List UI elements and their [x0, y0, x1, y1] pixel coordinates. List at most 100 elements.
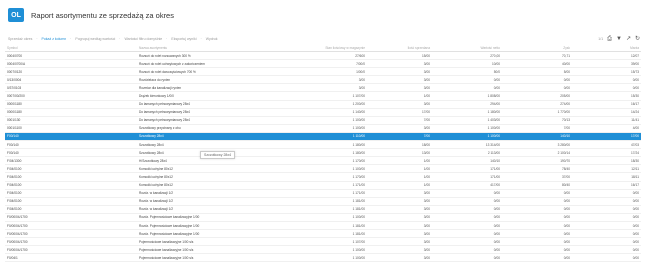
table-cell: 1 180/00 — [282, 140, 367, 150]
table-row[interactable]: F0/00/04/1700 Rozdz. Pojemnościowe kanali… — [5, 229, 641, 239]
table-cell: 0/00 — [502, 229, 572, 239]
table-cell: 3/00 — [282, 83, 367, 93]
table-cell: Rozdz. w kanalizacji 1/2 — [137, 205, 282, 214]
table-cell: 0/00 — [502, 221, 572, 231]
table-cell: 3/00 — [367, 205, 432, 214]
table-cell: 0/00 — [572, 229, 641, 239]
tooltip: Szczotkowy 28x4 — [200, 151, 236, 159]
table-cell: 0/00 — [432, 213, 502, 222]
table-cell: 0007/00/200 — [5, 91, 137, 101]
table-row[interactable]: F/04/0100 Komodki uchylne 80x12 1 100/00 1/… — [5, 164, 641, 174]
table-row[interactable]: F/04/1300 H/Szczotkowy 28x4 1 170/00 1/00 14… — [5, 156, 641, 166]
table-row[interactable]: 0004/0700 Rozsuń do rolet rozsuwanych 300… — [5, 51, 641, 61]
table-cell: Rozdzielacz do rynien — [137, 75, 282, 85]
table-cell: 1 181/00 — [282, 197, 367, 206]
table-cell: 140/10 — [432, 156, 502, 166]
table-cell: 3/00 — [367, 245, 432, 255]
app-badge-icon: OL — [8, 8, 24, 22]
table-row[interactable]: F00/140 Szczotkowy 28x4 1 180/00 13/00 2 113… — [5, 148, 641, 158]
table-row[interactable]: F00/140 Szczotkowy 28x4 1 180/00 18/00 13 31… — [5, 140, 641, 150]
table-row[interactable]: 0/13/0004 Rozdzielacz do rynien 3/00 3/00 0/… — [5, 75, 641, 85]
table-row[interactable]: 0000/1180 Do łamanych pełnowymiarowy 28x4… — [5, 108, 641, 117]
table-cell: F/04/0100 — [5, 164, 137, 174]
table-row[interactable]: 0000/1180 Do łamanych pełnowymiarowy 28x4… — [5, 100, 641, 109]
table-cell: 0/00 — [502, 253, 572, 263]
toolbar: Sprzedaż okres · Pokaż z kolumn · Pogrupuj w… — [0, 33, 646, 45]
breadcrumb-item[interactable]: Wartości filtru domyślnie — [124, 37, 162, 41]
table-cell: F/04/1300 — [5, 156, 137, 166]
table-body: 0004/0700 Rozsuń do rolet rozsuwanych 300… — [5, 51, 641, 263]
table-row[interactable]: F0/00/04/1700 Pojemnościowe kanalizacyjne… — [5, 237, 641, 247]
table-cell: 3/00 — [367, 213, 432, 222]
table-cell: 3/00 — [282, 75, 367, 85]
table-row[interactable]: F/04/0100 Komodki uchylne 80x12 1 170/00 1/… — [5, 172, 641, 182]
breadcrumb-item[interactable]: Eksportuj wyniki — [171, 37, 196, 41]
table-cell: 3/00 — [367, 253, 432, 263]
table-cell: 3/00 — [367, 75, 432, 85]
table-cell: 15/00 — [367, 51, 432, 61]
table-row[interactable]: 0001/1100 Szczotkowy przycinany z obu 1 10… — [5, 124, 641, 133]
table-cell: 1 170/00 — [282, 156, 367, 166]
table-row[interactable]: F0/00/04/1700 Rozdz. Pojemnościowe kanali… — [5, 213, 641, 222]
breadcrumb-item[interactable]: Pokaż z kolumn — [42, 37, 67, 41]
table-cell: 1 107/00 — [282, 91, 367, 101]
table-cell: 0/00 — [502, 245, 572, 255]
table-cell: 3 280/00 — [502, 140, 572, 150]
table-cell: F00/140 — [5, 140, 137, 150]
table-cell: 1/00 — [367, 172, 432, 182]
table-cell: 1/00 — [367, 156, 432, 166]
table-row[interactable]: 0001/130 Do łamanych pełnowymiarowy 28x4 1… — [5, 116, 641, 125]
table-row[interactable]: 0004/0700/A Rozsuń do rolet uchwytowych z… — [5, 59, 641, 69]
table-cell: 78/40 — [502, 164, 572, 174]
table-row[interactable]: F0/00/04/1700 Rozdz. Pojemnościowe kanali… — [5, 221, 641, 231]
table-cell: 0/00 — [572, 221, 641, 231]
table-row[interactable]: 0/37/0103 Rozmiar dla kanalizacji rynien 3… — [5, 83, 641, 93]
table-cell: 1 140/00 — [282, 108, 367, 117]
table-row[interactable]: F0/04/1 Pojemnościowe kanalizacyjne 1/00 … — [5, 253, 641, 263]
refresh-icon[interactable]: ↻ — [635, 36, 640, 42]
table-cell: 171/00 — [432, 172, 502, 182]
export-icon[interactable]: ↗ — [626, 36, 631, 42]
print-icon[interactable]: ⎙ — [607, 36, 612, 42]
table-cell: 1/00 — [367, 91, 432, 101]
table-cell: 1 100/00 — [282, 245, 367, 255]
table-cell: 0/00 — [432, 75, 502, 85]
table-cell: 1 100/00 — [282, 164, 367, 174]
breadcrumb-item[interactable]: Wydruk — [206, 37, 218, 41]
table-cell: 0/00 — [432, 189, 502, 198]
table-cell: 70,71 — [502, 51, 572, 61]
breadcrumb-item[interactable]: Sprzedaż okres — [8, 37, 32, 41]
table-cell: 18/30 — [572, 156, 641, 166]
table-row[interactable]: F/04/0100 Rozdz. w kanalizacji 1/2 1 171/0… — [5, 189, 641, 198]
table-row[interactable]: F/04/0100 Rozdz. w kanalizacji 1/2 1 181/0… — [5, 197, 641, 206]
table-row[interactable]: F/04/0100 Komodki uchylne 80x12 1 171/00 1/… — [5, 181, 641, 190]
table-cell: F/04/0100 — [5, 205, 137, 214]
table-cell: F00/140 — [5, 148, 137, 158]
table-cell: F00/140 — [5, 132, 137, 142]
table-row[interactable]: 0007/00/200 Drążek kierunkowy 1/0/0 1 107/… — [5, 91, 641, 101]
breadcrumb: Sprzedaż okres · Pokaż z kolumn · Pogrupuj w… — [8, 37, 218, 41]
table-cell: 0/00 — [502, 205, 572, 214]
table-cell: 140/10 — [502, 132, 572, 142]
table-cell: Rozsuń do rolet uchwytowych z zakończeni… — [137, 59, 282, 69]
table-cell: 13/00 — [367, 148, 432, 158]
table-cell: 1 100/00 — [432, 124, 502, 133]
table-row[interactable]: 0007/0120 Rozsuń do rolet dwuczęściowych … — [5, 67, 641, 77]
table-cell: Szczotkowy 28x4 — [137, 140, 282, 150]
table-cell: 1 171/00 — [282, 189, 367, 198]
breadcrumb-separator: · — [70, 37, 72, 41]
table-cell: 1 180/00 — [432, 108, 502, 117]
breadcrumb-item[interactable]: Pogrupuj według wartości — [75, 37, 115, 41]
table-row[interactable]: F00/140 Szczotkowy 28x4 1 110/00 7/00 1 100/… — [5, 132, 641, 142]
table-row[interactable]: F0/00/04/1700 Pojemnościowe kanalizacyjne… — [5, 245, 641, 255]
table-row[interactable]: F/04/0100 Rozdz. w kanalizacji 1/2 1 181/0… — [5, 205, 641, 214]
table-cell: 50/0 — [432, 67, 502, 77]
table-cell: 17/00 — [367, 108, 432, 117]
table-cell: Rozdz. Pojemnościowe kanalizacyjne 1/00 — [137, 221, 282, 231]
filter-icon[interactable]: ▼ — [616, 36, 622, 42]
table-cell: 0/00 — [432, 205, 502, 214]
table-cell: Szczotkowy przycinany z obu — [137, 124, 282, 133]
table-cell: 0/13/0004 — [5, 75, 137, 85]
table-cell: 17/24 — [572, 148, 641, 158]
table-cell: 0/00 — [432, 197, 502, 206]
